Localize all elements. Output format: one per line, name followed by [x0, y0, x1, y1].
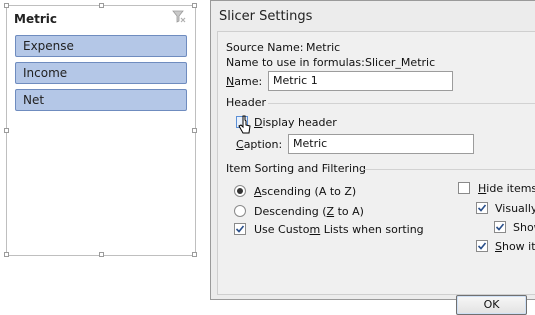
show-checkbox-2[interactable] — [476, 240, 488, 252]
custom-lists-label[interactable]: Use Custom Lists when sorting — [254, 223, 424, 236]
caption-label: Caption: — [236, 138, 283, 151]
dialog-title: Slicer Settings — [219, 9, 313, 24]
ok-button[interactable]: OK — [456, 295, 527, 315]
slicer-header: Metric — [14, 12, 57, 26]
header-group-title: Header — [226, 96, 267, 109]
resize-handle-bottom[interactable] — [99, 252, 104, 257]
resize-handle-left[interactable] — [4, 128, 9, 133]
ascending-label[interactable]: Ascending (A to Z) — [254, 185, 356, 198]
formula-name-label: Name to use in formulas: — [226, 56, 365, 69]
display-header-label[interactable]: Display header — [254, 116, 337, 129]
ascending-radio[interactable] — [234, 185, 246, 197]
resize-handle-bl[interactable] — [4, 252, 9, 257]
resize-handle-tl[interactable] — [4, 3, 9, 8]
mouse-pointer-icon — [238, 115, 251, 134]
slicer-item-expense[interactable]: Expense — [15, 35, 187, 57]
hide-items-checkbox[interactable] — [458, 182, 470, 194]
descending-radio[interactable] — [234, 205, 246, 217]
show-label-1[interactable]: Show — [513, 221, 535, 234]
sorting-group-title: Item Sorting and Filtering — [226, 162, 367, 175]
source-name-label: Source Name: — [226, 41, 304, 54]
slicer-settings-dialog: Slicer Settings Source Name: Metric Name… — [210, 0, 535, 315]
dialog-body: Source Name: Metric Name to use in formu… — [217, 31, 535, 315]
descending-label[interactable]: Descending (Z to A) — [254, 205, 364, 218]
sorting-divider — [364, 169, 535, 170]
formula-name-value: Slicer_Metric — [365, 56, 436, 69]
visually-checkbox[interactable] — [476, 202, 488, 214]
visually-label[interactable]: Visually — [495, 202, 535, 215]
slicer-item-income[interactable]: Income — [15, 62, 187, 84]
show-checkbox-1[interactable] — [494, 221, 506, 233]
clear-filter-icon[interactable] — [172, 10, 186, 23]
name-input[interactable]: Metric 1 — [268, 71, 453, 91]
source-name-value: Metric — [306, 41, 341, 54]
resize-handle-tr[interactable] — [192, 3, 197, 8]
header-divider — [268, 103, 535, 104]
custom-lists-checkbox[interactable] — [234, 223, 246, 235]
resize-handle-top[interactable] — [99, 3, 104, 8]
name-label: Name: — [226, 75, 263, 88]
caption-input[interactable]: Metric — [288, 134, 474, 154]
resize-handle-br[interactable] — [192, 252, 197, 257]
slicer-item-net[interactable]: Net — [15, 89, 187, 111]
resize-handle-right[interactable] — [192, 128, 197, 133]
hide-items-label[interactable]: Hide items w — [478, 182, 535, 195]
show-label-2[interactable]: Show it — [495, 240, 535, 253]
metric-slicer[interactable]: Metric Expense Income Net — [4, 3, 197, 257]
